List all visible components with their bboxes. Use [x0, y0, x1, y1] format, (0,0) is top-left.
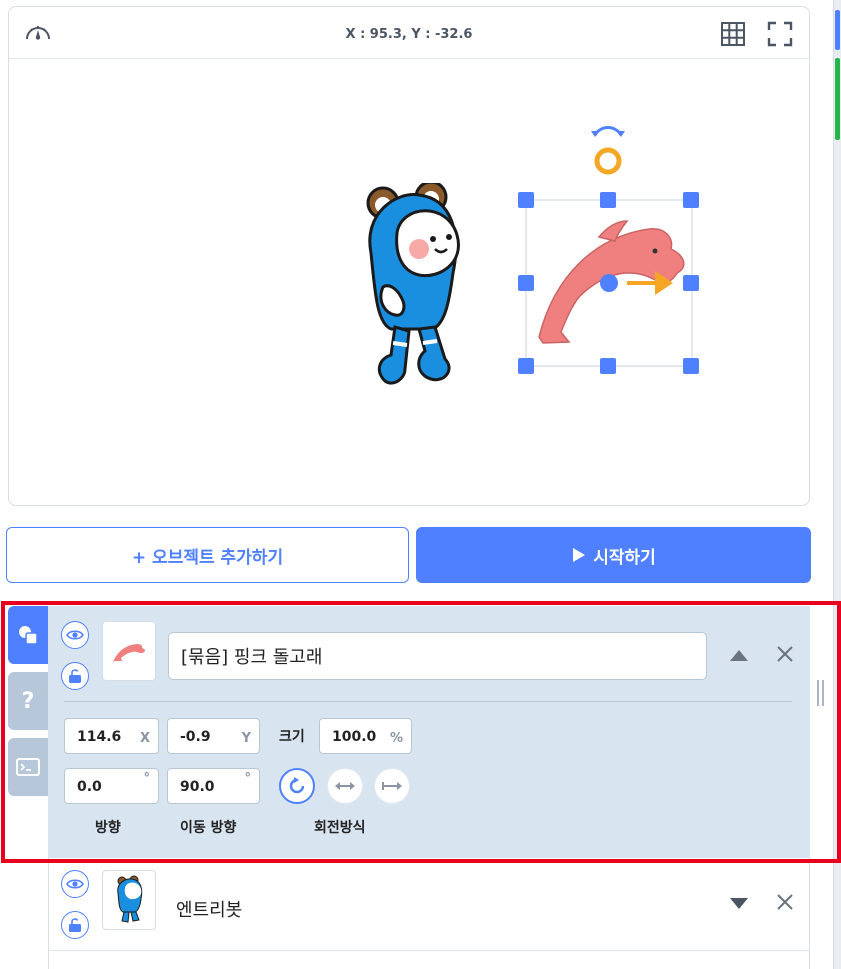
- size-field[interactable]: 100.0 %: [319, 718, 412, 754]
- stage[interactable]: X : 95.3, Y : -32.6: [8, 6, 810, 506]
- green-indicator: [835, 58, 840, 140]
- horizontal-flip-icon: [335, 782, 355, 790]
- unlock-icon: [69, 918, 81, 932]
- object-thumbnail-2[interactable]: [102, 870, 156, 930]
- entrybot-sprite[interactable]: [357, 183, 467, 387]
- list-divider: [48, 950, 810, 951]
- visibility-toggle[interactable]: [61, 621, 89, 649]
- lock-toggle-2[interactable]: [61, 911, 89, 939]
- unlock-icon: [69, 669, 81, 683]
- question-icon: ?: [21, 688, 35, 714]
- mouse-coordinates: X : 95.3, Y : -32.6: [345, 27, 473, 42]
- add-object-button[interactable]: + 오브젝트 추가하기: [6, 527, 409, 583]
- start-button-label: 시작하기: [593, 547, 656, 568]
- object-list-item[interactable]: [48, 858, 810, 969]
- move-direction-label: 이동 방향: [180, 820, 237, 836]
- panel-resize-handle[interactable]: [817, 680, 827, 706]
- tab-objects[interactable]: [8, 606, 48, 664]
- visibility-toggle-2[interactable]: [61, 870, 89, 898]
- entrybot-thumbnail-icon: [117, 875, 143, 923]
- fullscreen-icon[interactable]: [767, 21, 793, 47]
- move-up-icon[interactable]: [730, 650, 748, 661]
- lock-toggle[interactable]: [61, 662, 89, 690]
- tab-help[interactable]: ?: [8, 672, 48, 730]
- rotation-mode-label: 회전방식: [314, 820, 366, 836]
- object-name-input[interactable]: [묶음] 핑크 돌고래: [168, 632, 707, 680]
- stage-toolbar: X : 95.3, Y : -32.6: [9, 7, 809, 59]
- console-icon: [16, 758, 40, 776]
- dolphin-sprite[interactable]: [499, 117, 719, 397]
- rotate-icon: [289, 777, 305, 794]
- tab-console[interactable]: [8, 738, 48, 796]
- play-icon: [573, 548, 586, 562]
- delete-object-icon-2[interactable]: [775, 892, 795, 912]
- rotate-free-button[interactable]: [279, 768, 315, 804]
- rotate-none-button[interactable]: [374, 768, 410, 804]
- delete-object-icon[interactable]: [775, 644, 795, 664]
- start-button[interactable]: 시작하기: [416, 527, 811, 583]
- eye-icon: [66, 630, 84, 640]
- eye-icon: [66, 879, 84, 889]
- grid-icon[interactable]: [720, 21, 746, 47]
- objects-icon: [19, 626, 38, 645]
- panel-divider: [64, 701, 792, 702]
- blue-indicator: [835, 10, 840, 50]
- rotate-horizontal-button[interactable]: [327, 768, 363, 804]
- right-edge-panel: [833, 0, 841, 969]
- entry-editor: X : 95.3, Y : -32.6 + 오브젝트 추가하기 시작하기 ? […: [0, 0, 841, 969]
- object-thumbnail[interactable]: [102, 621, 156, 681]
- no-rotate-icon: [382, 782, 402, 790]
- size-label: 크기: [279, 729, 305, 745]
- x-position-field[interactable]: 114.6 X: [64, 718, 159, 754]
- y-position-field[interactable]: -0.9 Y: [167, 718, 260, 754]
- object-name-2: 엔트리봇: [176, 900, 243, 921]
- dolphin-thumbnail-icon: [113, 644, 146, 662]
- direction-field[interactable]: 0.0 °: [64, 768, 159, 804]
- direction-label: 방향: [95, 820, 121, 836]
- move-down-icon[interactable]: [730, 898, 748, 909]
- move-direction-field[interactable]: 90.0 °: [167, 768, 260, 804]
